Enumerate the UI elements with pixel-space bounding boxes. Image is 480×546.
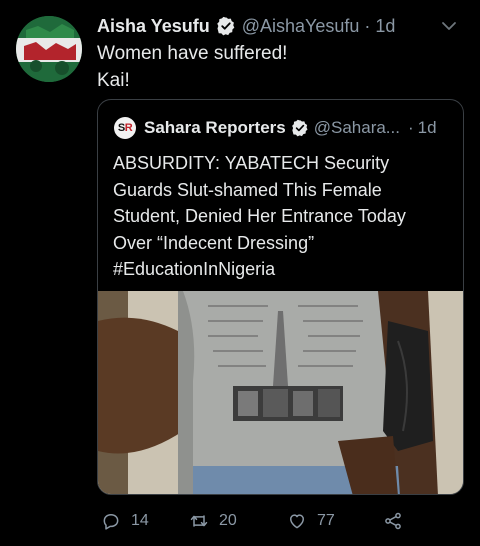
avatar-letter-r: R	[124, 122, 133, 134]
separator-dot: ·	[364, 15, 371, 36]
tweet-text: Women have suffered! Kai!	[97, 40, 287, 94]
quoted-text-line: ABSURDITY: YABATECH Security	[113, 153, 390, 173]
quoted-text-line: #EducationInNigeria	[113, 259, 276, 279]
reply-icon	[103, 514, 119, 530]
quoted-tweet[interactable]: SR Sahara Reporters @Sahara... · 1d ABSU…	[97, 99, 464, 495]
like-button[interactable]: 77	[287, 506, 335, 536]
retweet-icon	[190, 515, 208, 527]
tweet[interactable]: Aisha Yesufu @AishaYesufu · 1d Women hav…	[0, 0, 480, 546]
avatar-letter-s: S	[117, 122, 125, 134]
quoted-author-handle[interactable]: @Sahara...	[314, 118, 400, 138]
quoted-text-line: Over “Indecent Dressing”	[113, 232, 315, 253]
quoted-author-avatar[interactable]: SR	[114, 117, 136, 139]
like-count: 77	[317, 512, 335, 529]
tweet-time[interactable]: 1d	[375, 16, 395, 37]
retweet-count: 20	[219, 512, 237, 529]
author-handle[interactable]: @AishaYesufu	[242, 16, 360, 37]
avatar-image	[16, 16, 82, 82]
quoted-tweet-time[interactable]: 1d	[418, 118, 437, 138]
chevron-down-icon[interactable]	[440, 17, 458, 35]
separator-dot: ·	[407, 118, 414, 137]
author-name[interactable]: Aisha Yesufu	[97, 16, 210, 37]
tweet-header: Aisha Yesufu @AishaYesufu · 1d	[97, 12, 395, 40]
share-icon	[385, 512, 401, 530]
quoted-text-line: Guards Slut-shamed This Female	[113, 179, 382, 200]
verified-badge-icon	[216, 16, 235, 36]
quoted-tweet-header: SR Sahara Reporters @Sahara... · 1d	[114, 115, 437, 141]
tweet-actions: 14 20 77	[97, 506, 427, 536]
author-avatar[interactable]	[16, 16, 82, 82]
quoted-author-name[interactable]: Sahara Reporters	[144, 118, 286, 138]
quoted-tweet-photo[interactable]	[98, 291, 463, 494]
reply-count: 14	[131, 512, 149, 529]
retweet-button[interactable]: 20	[189, 506, 237, 536]
reply-button[interactable]: 14	[101, 506, 149, 536]
verified-badge-icon	[291, 119, 308, 137]
quoted-tweet-text: ABSURDITY: YABATECH Security Guards Slut…	[113, 150, 453, 283]
quoted-text-line: Student, Denied Her Entrance Today	[113, 206, 406, 226]
heart-icon	[290, 514, 304, 529]
share-button[interactable]	[383, 506, 403, 536]
tweet-text-line: Women have suffered!	[97, 43, 288, 64]
photo-image	[98, 291, 463, 494]
tweet-text-line: Kai!	[97, 70, 130, 91]
